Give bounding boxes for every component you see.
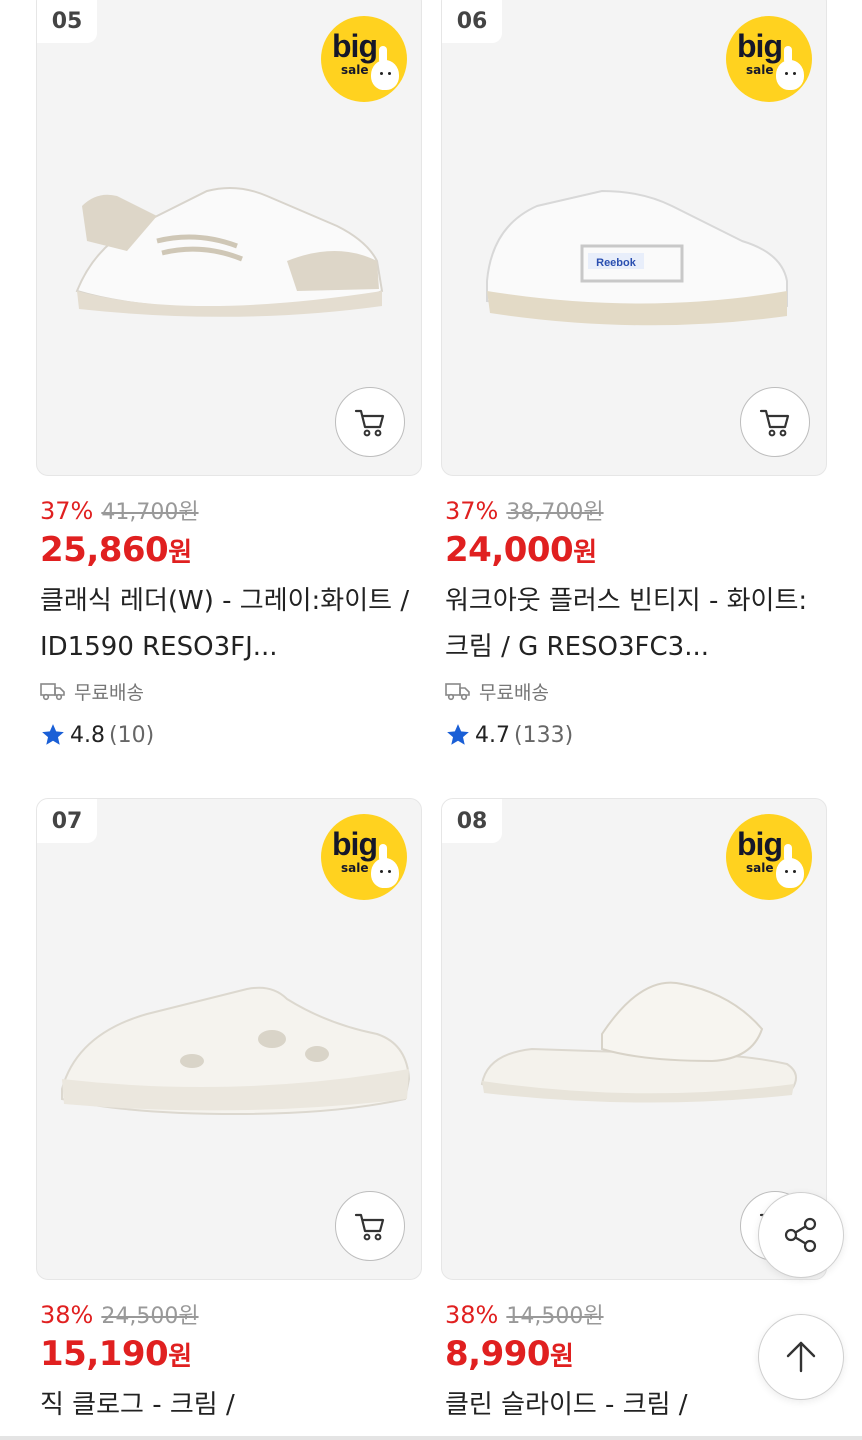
truck-icon bbox=[445, 683, 470, 701]
discount-rate: 37% bbox=[445, 497, 499, 525]
badge-big-text: big bbox=[332, 826, 378, 862]
bottom-divider bbox=[0, 1436, 862, 1440]
big-sale-badge: big sale bbox=[726, 814, 812, 900]
product-name[interactable]: 워크아웃 플러스 빈티지 - 화이트:크림 / G RESO3FC3... bbox=[445, 578, 815, 670]
bunny-mascot-icon bbox=[776, 844, 804, 888]
product-image[interactable]: Reebok 06 big sale bbox=[441, 0, 827, 476]
currency-label: 원 bbox=[168, 538, 192, 568]
rating: 4.8 (10) bbox=[40, 720, 422, 750]
cart-icon bbox=[354, 1213, 385, 1241]
currency-label: 원 bbox=[550, 1342, 574, 1372]
bunny-mascot-icon bbox=[371, 844, 399, 888]
badge-sale-text: sale bbox=[341, 861, 369, 875]
original-price: 41,700원 bbox=[101, 500, 199, 525]
add-to-cart-button[interactable] bbox=[740, 387, 810, 457]
discount-rate: 37% bbox=[40, 497, 94, 525]
shipping-info: 무료배송 bbox=[40, 676, 422, 706]
currency-label: 원 bbox=[168, 1342, 192, 1372]
badge-big-text: big bbox=[737, 28, 783, 64]
sale-price-value: 8,990 bbox=[445, 1334, 551, 1374]
product-name[interactable]: 직 클로그 - 크림 / bbox=[40, 1382, 410, 1428]
rating-value: 4.8 bbox=[70, 722, 105, 748]
bunny-mascot-icon bbox=[371, 46, 399, 90]
shipping-label: 무료배송 bbox=[479, 681, 549, 704]
product-image[interactable]: 05 big sale bbox=[36, 0, 422, 476]
badge-big-text: big bbox=[737, 826, 783, 862]
sale-price: 25,860원 bbox=[40, 526, 422, 574]
rating-value: 4.7 bbox=[475, 722, 510, 748]
star-icon bbox=[447, 724, 469, 745]
shipping-info: 무료배송 bbox=[445, 676, 827, 706]
badge-sale-text: sale bbox=[746, 63, 774, 77]
add-to-cart-button[interactable] bbox=[335, 1191, 405, 1261]
discount-rate: 38% bbox=[445, 1301, 499, 1329]
original-price: 24,500원 bbox=[101, 1304, 199, 1329]
rating: 4.7 (133) bbox=[445, 720, 827, 750]
cart-icon bbox=[354, 409, 385, 437]
review-count: (133) bbox=[514, 722, 574, 748]
badge-big-text: big bbox=[332, 28, 378, 64]
original-price: 38,700원 bbox=[506, 500, 604, 525]
add-to-cart-button[interactable] bbox=[335, 387, 405, 457]
share-icon bbox=[784, 1217, 817, 1253]
sale-price-value: 25,860 bbox=[40, 530, 169, 570]
product-card[interactable]: Reebok 06 big sale 37% 38,700원 24,000원 워… bbox=[441, 0, 827, 750]
sale-price-value: 15,190 bbox=[40, 1334, 169, 1374]
product-name[interactable]: 클래식 레더(W) - 그레이:화이트 / ID1590 RESO3FJ... bbox=[40, 578, 410, 670]
sale-price: 24,000원 bbox=[445, 526, 827, 574]
star-icon bbox=[42, 724, 64, 745]
big-sale-badge: big sale bbox=[321, 814, 407, 900]
sale-price-value: 24,000 bbox=[445, 530, 574, 570]
discount-rate: 38% bbox=[40, 1301, 94, 1329]
arrow-up-icon bbox=[786, 1341, 816, 1373]
sale-price: 15,190원 bbox=[40, 1330, 422, 1378]
brand-logo-text: Reebok bbox=[596, 257, 637, 269]
truck-icon bbox=[40, 683, 65, 701]
big-sale-badge: big sale bbox=[726, 16, 812, 102]
original-price: 14,500원 bbox=[506, 1304, 604, 1329]
currency-label: 원 bbox=[573, 538, 597, 568]
product-card[interactable]: 05 big sale 37% 41,700원 25,860원 클래식 레더(W… bbox=[36, 0, 422, 750]
scroll-to-top-button[interactable] bbox=[758, 1314, 844, 1400]
big-sale-badge: big sale bbox=[321, 16, 407, 102]
shipping-label: 무료배송 bbox=[74, 681, 144, 704]
rank-label: 08 bbox=[442, 799, 502, 843]
rank-label: 06 bbox=[442, 0, 502, 43]
rank-label: 07 bbox=[37, 799, 97, 843]
rank-label: 05 bbox=[37, 0, 97, 43]
bunny-mascot-icon bbox=[776, 46, 804, 90]
product-image[interactable]: 07 big sale bbox=[36, 798, 422, 1280]
badge-sale-text: sale bbox=[341, 63, 369, 77]
review-count: (10) bbox=[109, 722, 155, 748]
share-button[interactable] bbox=[758, 1192, 844, 1278]
product-card[interactable]: 07 big sale 38% 24,500원 15,190원 직 클로그 - … bbox=[36, 798, 422, 1428]
cart-icon bbox=[759, 409, 790, 437]
product-name[interactable]: 클린 슬라이드 - 크림 / bbox=[445, 1382, 815, 1428]
badge-sale-text: sale bbox=[746, 861, 774, 875]
